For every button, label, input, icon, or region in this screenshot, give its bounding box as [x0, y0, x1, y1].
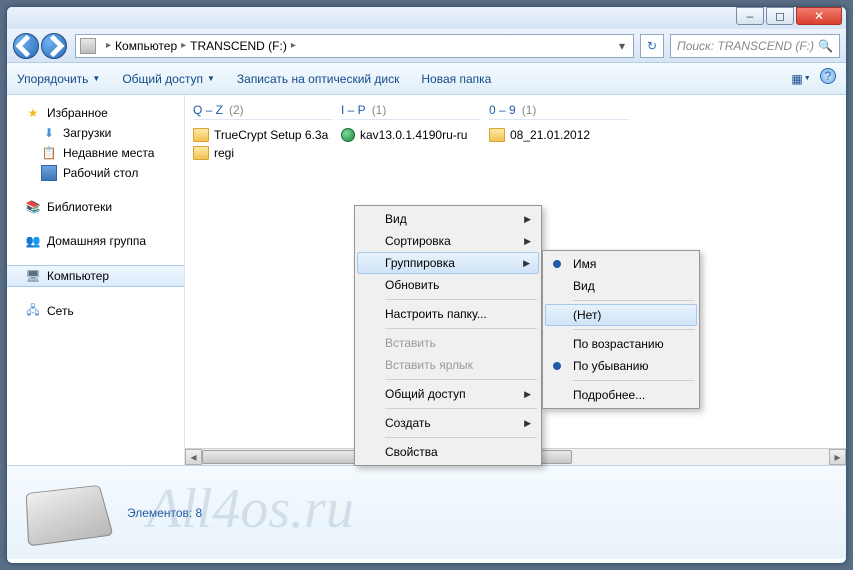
submenu-arrow-icon: ▶: [524, 236, 531, 247]
radio-checked-icon: [553, 260, 561, 268]
sidebar-homegroup[interactable]: 👥Домашняя группа: [7, 231, 184, 251]
drive-icon: [80, 38, 96, 54]
toolbar: Упорядочить▼ Общий доступ▼ Записать на о…: [7, 63, 846, 95]
menu-group[interactable]: Группировка▶: [357, 252, 539, 274]
details-pane: Элементов: 8: [7, 465, 846, 559]
close-button[interactable]: ✕: [796, 7, 842, 25]
sidebar-computer[interactable]: 🖥Компьютер: [7, 265, 184, 287]
submenu-name[interactable]: Имя: [545, 253, 697, 275]
item-count-label: Элементов: 8: [127, 506, 202, 520]
share-menu[interactable]: Общий доступ▼: [122, 72, 215, 86]
search-placeholder: Поиск: TRANSCEND (F:): [677, 39, 814, 53]
menu-paste: Вставить: [357, 332, 539, 354]
app-icon: [341, 128, 355, 142]
chevron-right-icon[interactable]: ▸: [291, 40, 296, 51]
download-icon: ⬇: [41, 125, 57, 141]
homegroup-icon: 👥: [25, 233, 41, 249]
search-input[interactable]: Поиск: TRANSCEND (F:) 🔍: [670, 34, 840, 58]
computer-icon: 🖥: [25, 268, 41, 284]
folder-icon: [193, 128, 209, 142]
scroll-right-arrow[interactable]: ▸: [829, 449, 846, 465]
view-options-button[interactable]: ▦▼: [790, 68, 812, 90]
sidebar-desktop[interactable]: Рабочий стол: [7, 163, 184, 183]
sidebar-network[interactable]: 🖧Сеть: [7, 301, 184, 321]
list-item[interactable]: 08_21.01.2012: [489, 126, 629, 144]
menu-properties[interactable]: Свойства: [357, 441, 539, 463]
menu-share[interactable]: Общий доступ▶: [357, 383, 539, 405]
context-submenu: Имя Вид (Нет) По возрастанию По убыванию…: [542, 250, 700, 409]
new-folder-button[interactable]: Новая папка: [421, 72, 491, 86]
menu-paste-shortcut: Вставить ярлык: [357, 354, 539, 376]
folder-icon: [489, 128, 505, 142]
breadcrumb[interactable]: ▸ Компьютер ▸ TRANSCEND (F:) ▸ ▾: [75, 34, 634, 58]
list-item[interactable]: kav13.0.1.4190ru-ru: [341, 126, 481, 144]
navbar: ▸ Компьютер ▸ TRANSCEND (F:) ▸ ▾ ↻ Поиск…: [7, 29, 846, 63]
radio-checked-icon: [553, 362, 561, 370]
context-menu: Вид▶ Сортировка▶ Группировка▶ Обновить Н…: [354, 205, 542, 466]
help-button[interactable]: ?: [820, 68, 836, 84]
desktop-icon: [41, 165, 57, 181]
breadcrumb-dropdown[interactable]: ▾: [615, 39, 629, 53]
submenu-arrow-icon: ▶: [524, 214, 531, 225]
list-item[interactable]: TrueCrypt Setup 6.3a: [193, 126, 333, 144]
folder-icon: [193, 146, 209, 160]
menu-refresh[interactable]: Обновить: [357, 274, 539, 296]
submenu-asc[interactable]: По возрастанию: [545, 333, 697, 355]
chevron-right-icon[interactable]: ▸: [106, 40, 111, 51]
burn-button[interactable]: Записать на оптический диск: [237, 72, 400, 86]
list-item[interactable]: regi: [193, 144, 333, 162]
menu-customize[interactable]: Настроить папку...: [357, 303, 539, 325]
drive-large-icon: [26, 484, 114, 546]
group-header[interactable]: 0 – 9(1): [489, 103, 629, 120]
sidebar-libraries[interactable]: 📚Библиотеки: [7, 197, 184, 217]
navigation-pane: ★Избранное ⬇Загрузки 📋Недавние места Раб…: [7, 95, 185, 465]
menu-sort[interactable]: Сортировка▶: [357, 230, 539, 252]
submenu-more[interactable]: Подробнее...: [545, 384, 697, 406]
sidebar-downloads[interactable]: ⬇Загрузки: [7, 123, 184, 143]
star-icon: ★: [25, 105, 41, 121]
titlebar[interactable]: – ◻ ✕: [7, 7, 846, 29]
chevron-right-icon[interactable]: ▸: [181, 40, 186, 51]
submenu-arrow-icon: ▶: [524, 418, 531, 429]
sidebar-recent[interactable]: 📋Недавние места: [7, 143, 184, 163]
group-header[interactable]: Q – Z(2): [193, 103, 333, 120]
submenu-arrow-icon: ▶: [524, 389, 531, 400]
back-button[interactable]: [13, 33, 39, 59]
network-icon: 🖧: [25, 303, 41, 319]
breadcrumb-drive[interactable]: TRANSCEND (F:): [190, 39, 287, 53]
explorer-window: – ◻ ✕ ▸ Компьютер ▸ TRANSCEND (F:) ▸ ▾ ↻…: [6, 6, 847, 564]
libraries-icon: 📚: [25, 199, 41, 215]
submenu-desc[interactable]: По убыванию: [545, 355, 697, 377]
submenu-arrow-icon: ▶: [523, 258, 530, 269]
group-header[interactable]: I – P(1): [341, 103, 481, 120]
organize-menu[interactable]: Упорядочить▼: [17, 72, 100, 86]
submenu-view[interactable]: Вид: [545, 275, 697, 297]
menu-view[interactable]: Вид▶: [357, 208, 539, 230]
minimize-button[interactable]: –: [736, 7, 764, 25]
maximize-button[interactable]: ◻: [766, 7, 794, 25]
forward-button[interactable]: [41, 33, 67, 59]
refresh-button[interactable]: ↻: [640, 34, 664, 58]
breadcrumb-computer[interactable]: Компьютер: [115, 39, 177, 53]
menu-new[interactable]: Создать▶: [357, 412, 539, 434]
search-icon[interactable]: 🔍: [818, 39, 833, 53]
submenu-none[interactable]: (Нет): [545, 304, 697, 326]
scroll-left-arrow[interactable]: ◂: [185, 449, 202, 465]
recent-icon: 📋: [41, 145, 57, 161]
sidebar-favorites[interactable]: ★Избранное: [7, 103, 184, 123]
